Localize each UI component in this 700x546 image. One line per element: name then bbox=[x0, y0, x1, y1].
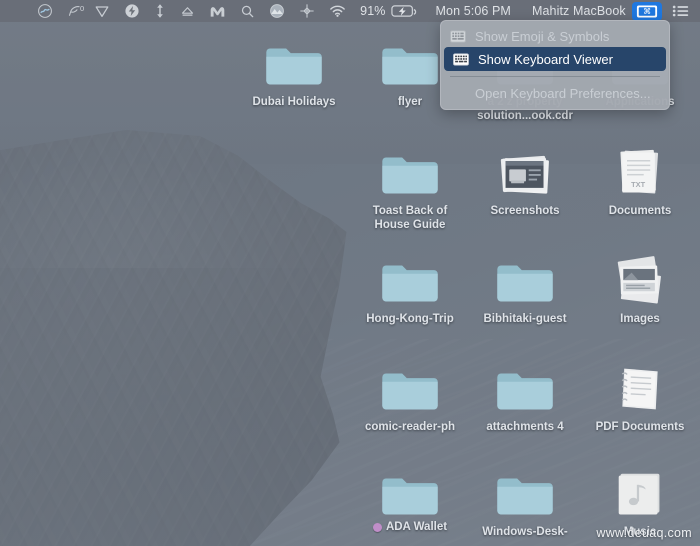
menu-item-label: Open Keyboard Preferences... bbox=[475, 85, 651, 101]
desktop-icon-toast-back-of-house-guide[interactable]: Toast Back of House Guide bbox=[355, 145, 465, 232]
icon-label: Hong-Kong-Trip bbox=[366, 313, 454, 325]
icon-label: PDF Documents bbox=[595, 421, 685, 433]
desktop-icon-dubai-holidays[interactable]: Dubai Holidays bbox=[239, 36, 349, 109]
folder-icon bbox=[495, 253, 555, 307]
menu-bar-account-name[interactable]: Mahitz MacBook bbox=[518, 0, 628, 22]
svg-text:TXT: TXT bbox=[631, 180, 645, 189]
folder-icon bbox=[495, 466, 555, 520]
control-center-icon[interactable] bbox=[666, 0, 696, 22]
icon-label: comic-reader-ph bbox=[364, 421, 456, 433]
menu-separator bbox=[450, 76, 660, 77]
battery-percent-label[interactable]: 91% bbox=[353, 0, 388, 22]
desktop-icon-comic-reader-ph[interactable]: comic-reader-ph bbox=[355, 361, 465, 434]
icon-label: ADA Wallet bbox=[385, 521, 448, 533]
feather-badge: 0 bbox=[80, 3, 85, 13]
menu-item-show-emoji-symbols[interactable]: Show Emoji & Symbols bbox=[441, 25, 669, 47]
notepad-icon bbox=[614, 361, 666, 415]
photo-stack-icon bbox=[497, 145, 553, 199]
menu-bar-status-left: 0 bbox=[0, 0, 353, 22]
cloud-graph-icon[interactable] bbox=[30, 0, 60, 22]
malwarebytes-m-icon[interactable] bbox=[202, 0, 233, 22]
folder-icon bbox=[380, 145, 440, 199]
menu-bar-clock[interactable]: Mon 5:06 PM bbox=[429, 0, 518, 22]
desktop-icon-images[interactable]: Images bbox=[585, 253, 695, 326]
desktop-icon-bibhitaki-guest[interactable]: Bibhitaki-guest bbox=[470, 253, 580, 326]
icon-label: Windows-Desk- bbox=[482, 526, 568, 538]
desktop-icon-ada-wallet[interactable]: ADA Wallet bbox=[355, 466, 465, 534]
icon-label: Documents bbox=[608, 205, 672, 217]
folder-icon bbox=[380, 36, 440, 90]
triangle-down-icon[interactable] bbox=[87, 0, 117, 22]
wifi-icon[interactable] bbox=[322, 0, 353, 22]
crosshair-icon[interactable] bbox=[292, 0, 322, 22]
icon-label: Bibhitaki-guest bbox=[483, 313, 567, 325]
purple-tag-icon bbox=[372, 522, 382, 532]
bolt-circle-icon[interactable] bbox=[117, 0, 147, 22]
globe-circle-icon[interactable] bbox=[262, 0, 292, 22]
svg-text:⌘: ⌘ bbox=[643, 7, 651, 16]
folder-icon bbox=[380, 361, 440, 415]
desktop-icon-windows-desk[interactable]: Windows-Desk- bbox=[470, 466, 580, 539]
txt-stack-icon: TXT bbox=[614, 145, 666, 199]
eject-icon[interactable] bbox=[173, 0, 202, 22]
feather-icon[interactable]: 0 bbox=[60, 0, 87, 22]
icon-label: flyer bbox=[397, 96, 423, 108]
menu-item-label: Show Emoji & Symbols bbox=[475, 28, 610, 44]
folder-icon bbox=[264, 36, 324, 90]
site-watermark: www.deuaq.com bbox=[596, 526, 692, 540]
up-down-arrow-icon[interactable] bbox=[147, 0, 173, 22]
emoji-keyboard-icon bbox=[450, 29, 466, 43]
icon-label: Toast Back of House Guide bbox=[372, 205, 448, 231]
icon-label: Images bbox=[620, 313, 660, 325]
menu-item-open-keyboard-preferences[interactable]: Open Keyboard Preferences... bbox=[441, 82, 669, 104]
menu-bar-status-right: 91% Mon 5:06 PM Mahitz MacBook ⌘ bbox=[353, 0, 700, 22]
music-folder-icon bbox=[613, 466, 667, 520]
menu-item-label: Show Keyboard Viewer bbox=[478, 51, 613, 67]
photo-stack-icon bbox=[612, 253, 668, 307]
macos-desktop-screen: Dubai Holidays flyer a 2 z property solu… bbox=[0, 0, 700, 546]
menu-item-show-keyboard-viewer[interactable]: Show Keyboard Viewer bbox=[444, 47, 666, 71]
menu-bar: 0 91% Mon 5:06 PM Mahitz MacBook ⌘ bbox=[0, 0, 700, 22]
icon-label-row: ADA Wallet bbox=[372, 520, 448, 534]
search-icon[interactable] bbox=[233, 0, 262, 22]
folder-icon bbox=[380, 466, 440, 520]
folder-icon bbox=[380, 253, 440, 307]
desktop-icon-screenshots[interactable]: Screenshots bbox=[470, 145, 580, 218]
desktop-icon-attachments-4[interactable]: attachments 4 bbox=[470, 361, 580, 434]
keyboard-input-menu-button[interactable]: ⌘ bbox=[631, 1, 662, 21]
battery-charging-icon[interactable] bbox=[389, 0, 429, 22]
desktop-icon-hong-kong-trip[interactable]: Hong-Kong-Trip bbox=[355, 253, 465, 326]
keyboard-icon bbox=[453, 52, 469, 66]
menu-item-icon-placeholder bbox=[450, 87, 466, 100]
folder-icon bbox=[495, 361, 555, 415]
desktop-icon-pdf-documents[interactable]: PDF Documents bbox=[585, 361, 695, 434]
icon-label: Dubai Holidays bbox=[252, 96, 336, 108]
keyboard-input-dropdown-menu: Show Emoji & Symbols Show Keyboard Viewe… bbox=[440, 20, 670, 110]
desktop-icon-documents[interactable]: TXT Documents bbox=[585, 145, 695, 218]
icon-label: attachments 4 bbox=[486, 421, 564, 433]
icon-label: Screenshots bbox=[490, 205, 560, 217]
